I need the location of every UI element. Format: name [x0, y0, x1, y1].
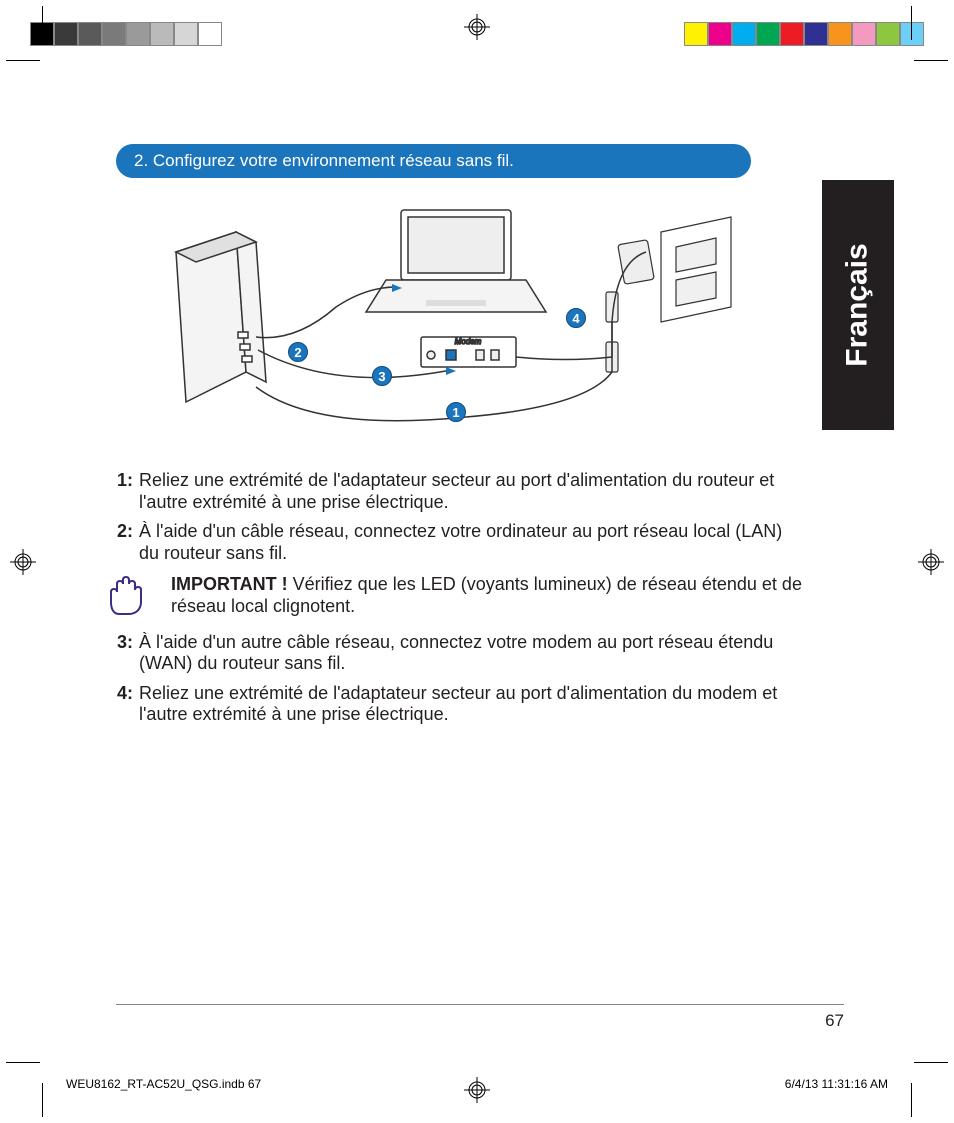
color-swatch	[804, 22, 828, 46]
important-lead: IMPORTANT !	[171, 574, 288, 594]
color-swatch	[174, 22, 198, 46]
print-slug: WEU8162_RT-AC52U_QSG.indb 67 6/4/13 11:3…	[60, 1077, 894, 1091]
color-swatch	[102, 22, 126, 46]
color-swatch	[126, 22, 150, 46]
crop-mark	[911, 6, 912, 40]
crop-mark	[914, 1062, 948, 1063]
color-swatch	[54, 22, 78, 46]
step-item: 4: Reliez une extrémité de l'adaptateur …	[105, 683, 806, 726]
section-heading: 2. Configurez votre environnement réseau…	[116, 144, 751, 178]
color-swatch	[684, 22, 708, 46]
crop-mark	[42, 6, 43, 40]
section-heading-text: 2. Configurez votre environnement réseau…	[134, 151, 514, 171]
page-number: 67	[825, 1011, 844, 1031]
modem-label: Modem	[455, 337, 482, 346]
color-swatch	[876, 22, 900, 46]
crop-mark	[911, 1083, 912, 1117]
diagram-callout-3: 3	[372, 366, 392, 386]
step-number: 2:	[105, 521, 139, 564]
slug-file: WEU8162_RT-AC52U_QSG.indb 67	[66, 1077, 261, 1091]
color-swatch	[780, 22, 804, 46]
diagram-callout-4: 4	[566, 308, 586, 328]
diagram-callout-2: 2	[288, 342, 308, 362]
diagram-callout-1: 1	[446, 402, 466, 422]
step-number: 3:	[105, 632, 139, 675]
language-tab: Français	[822, 180, 894, 430]
color-swatch	[852, 22, 876, 46]
color-swatch	[150, 22, 174, 46]
language-tab-label: Français	[841, 243, 875, 366]
step-number: 1:	[105, 470, 139, 513]
crop-mark	[914, 60, 948, 61]
crop-mark	[6, 60, 40, 61]
step-text: À l'aide d'un autre câble réseau, connec…	[139, 632, 806, 675]
color-swatch	[756, 22, 780, 46]
color-swatch	[198, 22, 222, 46]
hand-stop-icon	[105, 574, 147, 616]
color-swatch	[708, 22, 732, 46]
registration-mark-icon	[10, 549, 36, 575]
color-swatch	[828, 22, 852, 46]
footer-rule	[116, 1004, 844, 1005]
color-swatch	[78, 22, 102, 46]
step-item: 2: À l'aide d'un câble réseau, connectez…	[105, 521, 806, 564]
page-content: Français 2. Configurez votre environneme…	[60, 80, 894, 1043]
wiring-diagram: Modem	[116, 192, 736, 437]
crop-mark	[42, 1083, 43, 1117]
steps-list: 1: Reliez une extrémité de l'adaptateur …	[105, 470, 806, 734]
color-swatch	[900, 22, 924, 46]
crop-mark	[6, 1062, 40, 1063]
step-text: À l'aide d'un câble réseau, connectez vo…	[139, 521, 806, 564]
step-text: Reliez une extrémité de l'adaptateur sec…	[139, 470, 806, 513]
step-item: 1: Reliez une extrémité de l'adaptateur …	[105, 470, 806, 513]
important-note: IMPORTANT ! Vérifiez que les LED (voyant…	[105, 574, 806, 617]
step-number: 4:	[105, 683, 139, 726]
registration-mark-icon	[464, 14, 490, 40]
important-text: IMPORTANT ! Vérifiez que les LED (voyant…	[171, 574, 806, 617]
step-text: Reliez une extrémité de l'adaptateur sec…	[139, 683, 806, 726]
color-swatch	[732, 22, 756, 46]
slug-date: 6/4/13 11:31:16 AM	[785, 1077, 888, 1091]
registration-mark-icon	[918, 549, 944, 575]
step-item: 3: À l'aide d'un autre câble réseau, con…	[105, 632, 806, 675]
